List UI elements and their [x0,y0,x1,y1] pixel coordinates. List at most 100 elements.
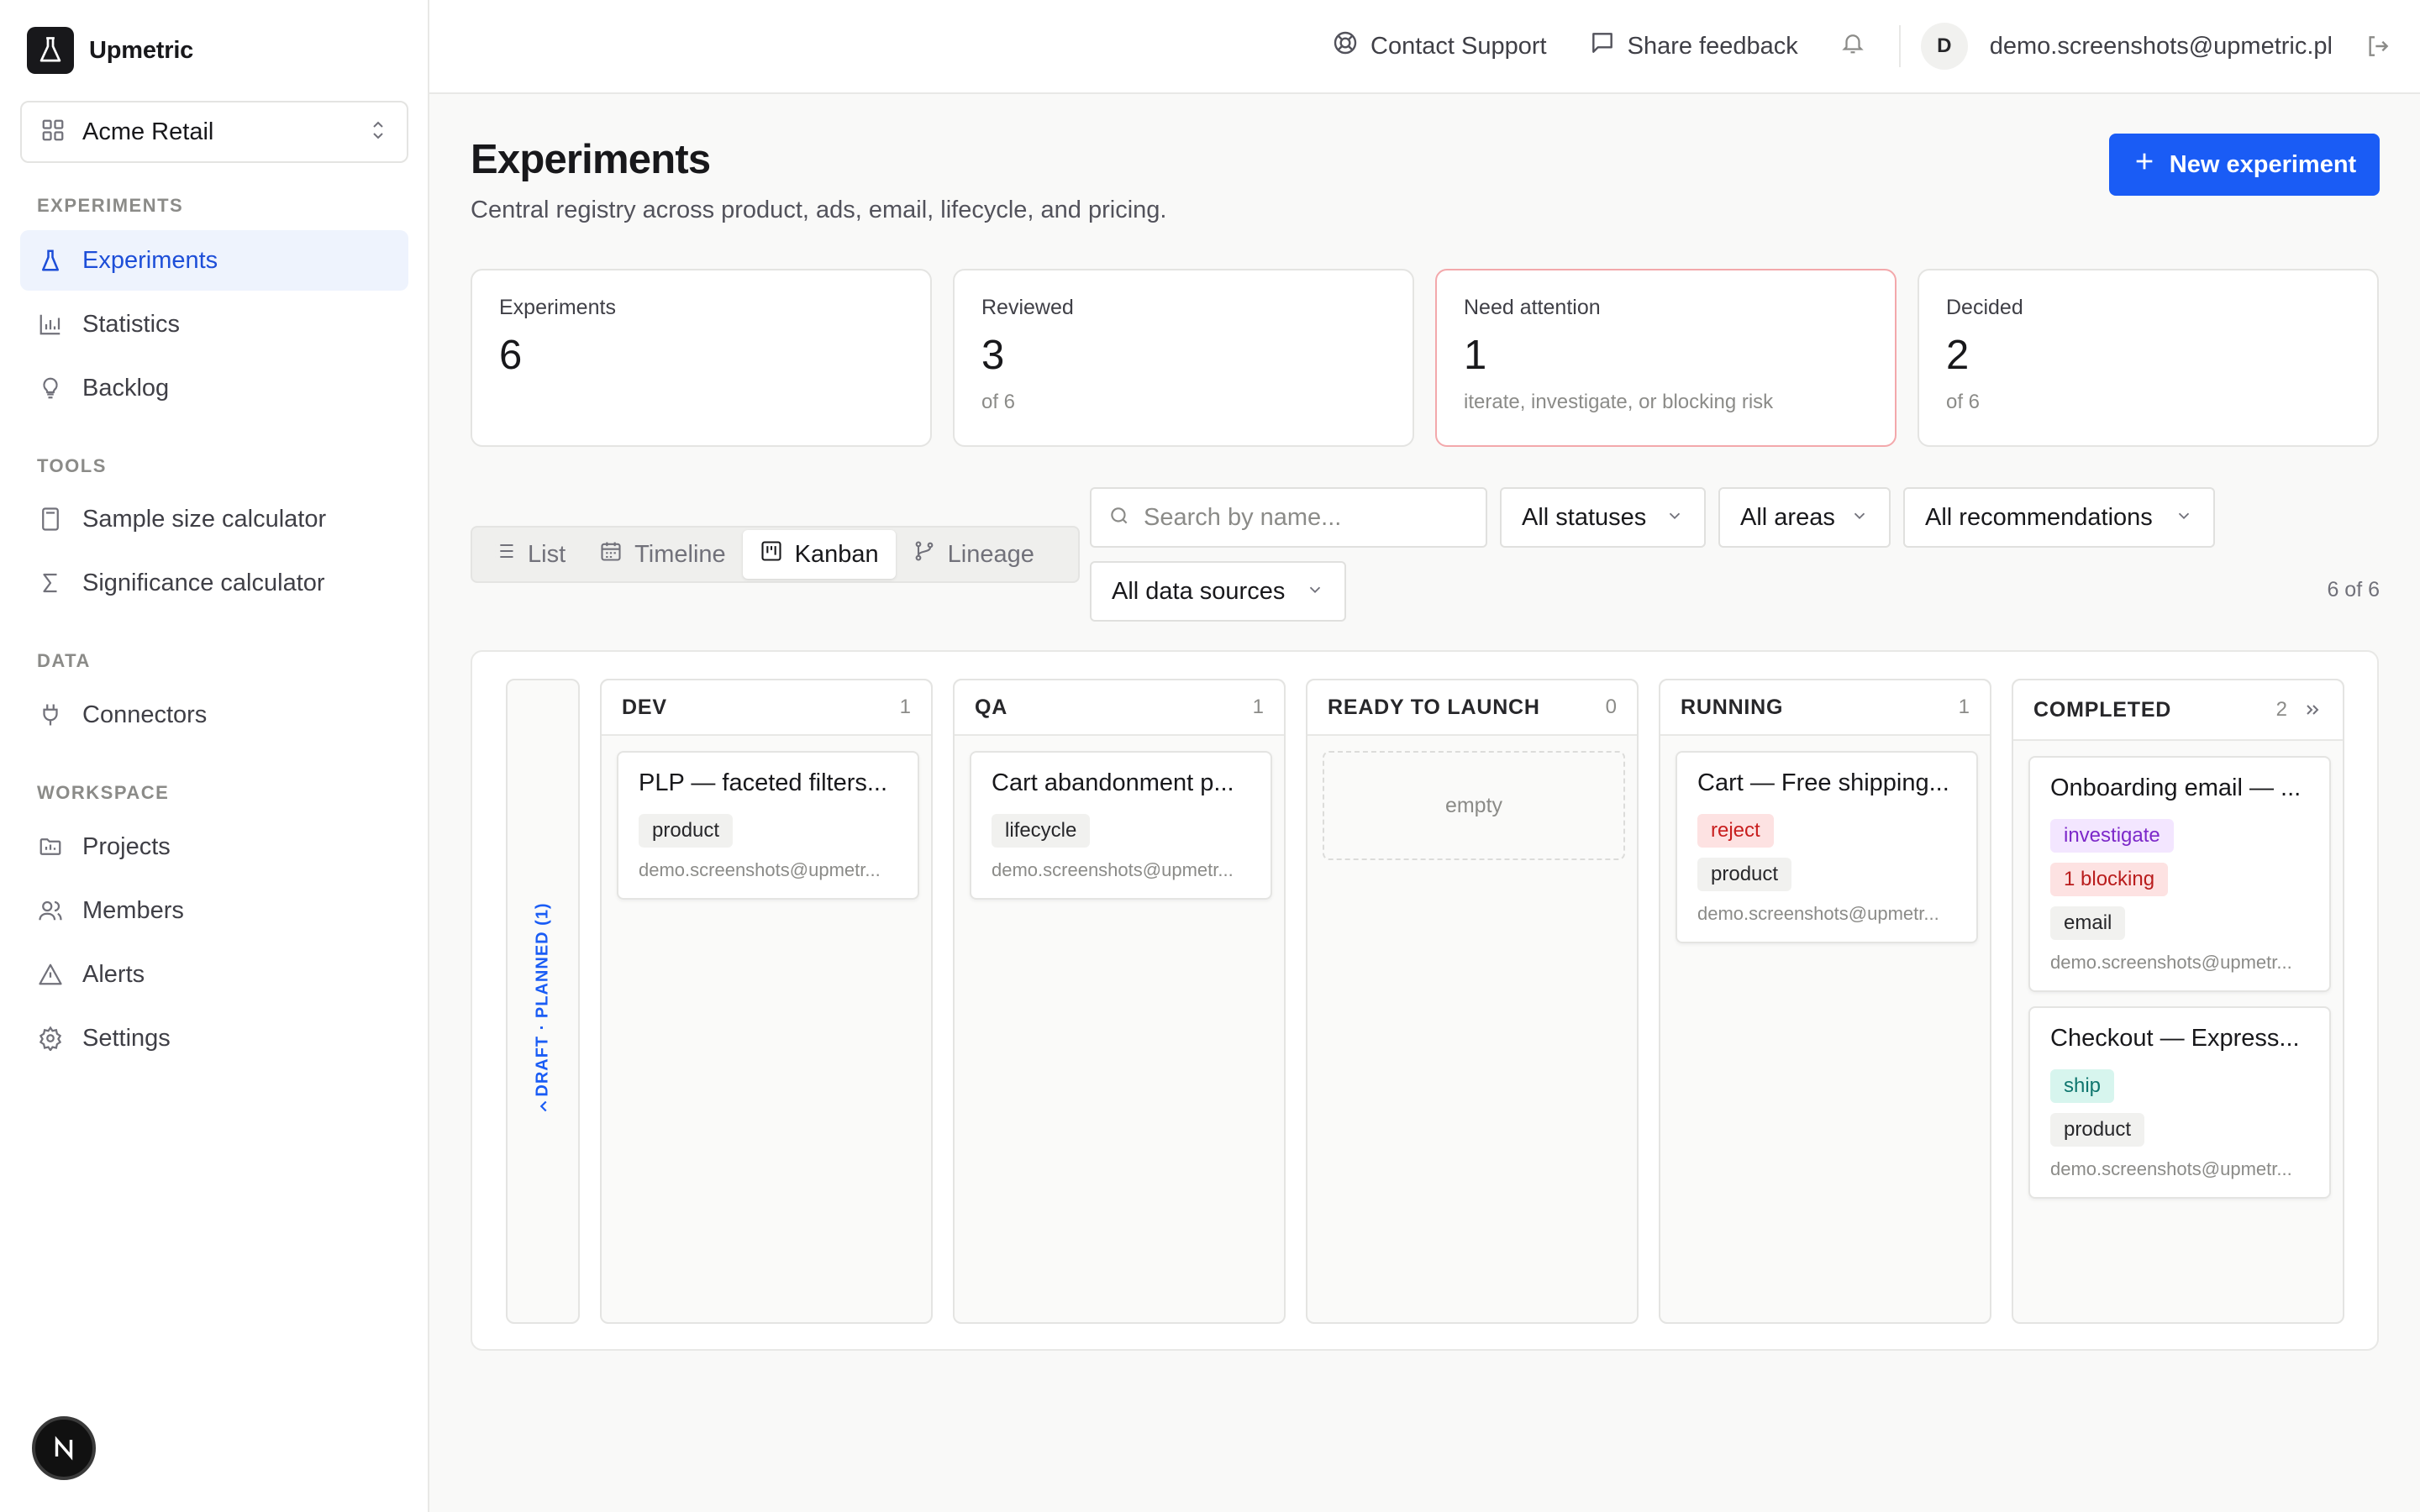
flask-logo-icon [27,27,74,74]
select-value: All recommendations [1925,503,2153,531]
folder-icon [37,833,64,860]
chevrons-right-icon[interactable] [2302,700,2323,720]
collapsed-column-label: DRAFT · PLANNED (1) [533,902,552,1097]
stat-note: of 6 [981,391,1016,413]
kanban-column-qa: QA 1 Cart abandonment p... lifecycle dem… [953,679,1286,1324]
page-title: Experiments [471,137,711,182]
workspace-name: Acme Retail [82,118,214,145]
notifications-button[interactable] [1840,30,1865,62]
view-tab-list[interactable]: List [476,530,582,579]
sidebar-item-label: Settings [82,1024,171,1052]
list-icon [492,539,516,570]
view-tab-kanban[interactable]: Kanban [742,530,896,579]
kanban-board: DRAFT · PLANNED (1) DEV 1 PLP — faceted … [471,650,2379,1351]
stat-note: of 6 [1946,391,1981,413]
sidebar-item-projects[interactable]: Projects [20,816,408,877]
experiment-card[interactable]: Cart abandonment p... lifecycle demo.scr… [970,751,1272,900]
sidebar-item-alerts[interactable]: Alerts [20,944,408,1005]
kanban-column-ready-to-launch: READY TO LAUNCH 0 empty [1306,679,1639,1324]
view-toggle: List Timeline Kanban Lineage [471,526,1080,583]
stat-value: 6 [499,333,523,378]
column-header: RUNNING 1 [1660,680,1990,736]
bell-icon [1840,30,1865,62]
experiment-card[interactable]: Cart — Free shipping... reject product d… [1676,751,1978,943]
area-filter-select[interactable]: All areas [1718,487,1891,548]
search-input[interactable] [1144,503,1480,532]
experiment-card[interactable]: PLP — faceted filters... product demo.sc… [617,751,919,900]
sidebar-item-label: Members [82,896,184,924]
avatar[interactable]: D [1920,23,1968,70]
collapsed-column-draft[interactable]: DRAFT · PLANNED (1) [506,679,580,1324]
sidebar-item-statistics[interactable]: Statistics [20,294,408,354]
stat-value: 2 [1946,333,1970,378]
share-feedback-link[interactable]: Share feedback [1589,29,1798,63]
card-owner: demo.screenshots@upmetr... [1697,903,1939,924]
sidebar-item-settings[interactable]: Settings [20,1008,408,1068]
tag-area: lifecycle [992,814,1091,848]
new-experiment-button[interactable]: New experiment [2109,134,2380,196]
logout-icon[interactable] [2365,33,2391,60]
plus-icon [2133,150,2156,180]
chevron-down-icon [1850,504,1869,532]
contact-support-label: Contact Support [1370,32,1547,60]
column-header: READY TO LAUNCH 0 [1307,680,1637,736]
card-owner: demo.screenshots@upmetr... [639,859,881,880]
chevron-down-icon [2175,504,2193,532]
contact-support-link[interactable]: Contact Support [1332,29,1547,63]
sidebar-item-members[interactable]: Members [20,880,408,941]
experiment-card[interactable]: Checkout — Express... ship product demo.… [2028,1006,2331,1199]
column-title: COMPLETED [2033,697,2172,722]
new-experiment-label: New experiment [2169,150,2357,178]
empty-placeholder: empty [1323,751,1625,860]
nav-section-experiments: EXPERIMENTS [37,195,184,216]
sidebar-item-label: Experiments [82,246,218,274]
brand-name: Upmetric [89,36,194,64]
card-owner: demo.screenshots@upmetr... [2050,1158,2292,1179]
view-tab-label: Kanban [794,540,879,568]
recommendation-filter-select[interactable]: All recommendations [1903,487,2215,548]
sidebar-item-experiments[interactable]: Experiments [20,230,408,291]
topbar: Contact Support Share feedback D demo.sc… [429,0,2420,94]
column-count: 1 [1958,696,1970,718]
stat-label: Decided [1946,296,2023,319]
sidebar-item-sample-size-calculator[interactable]: Sample size calculator [20,489,408,549]
stat-label: Experiments [499,296,616,319]
nav-section-data: DATA [37,650,91,671]
data-source-filter-select[interactable]: All data sources [1090,561,1346,622]
sidebar-item-connectors[interactable]: Connectors [20,685,408,745]
view-tab-lineage[interactable]: Lineage [896,530,1051,579]
column-header: COMPLETED 2 [2013,680,2343,741]
workspace-select[interactable]: Acme Retail [20,101,408,163]
search-icon [1108,505,1130,531]
view-tab-label: List [528,540,566,568]
view-tab-timeline[interactable]: Timeline [582,530,743,579]
brand[interactable]: Upmetric [0,25,428,76]
sidebar-item-label: Backlog [82,374,170,402]
sidebar: Upmetric Acme Retail EXPERIMENTS Experim… [0,0,429,1512]
users-icon [37,897,64,924]
dev-tools-badge[interactable] [32,1416,96,1480]
sidebar-item-label: Sample size calculator [82,505,327,533]
lightbulb-icon [37,375,64,402]
chevron-left-icon[interactable] [534,1097,553,1120]
sidebar-item-label: Statistics [82,310,181,338]
sidebar-item-backlog[interactable]: Backlog [20,358,408,418]
sidebar-item-significance-calculator[interactable]: Significance calculator [20,553,408,613]
calculator-icon [37,506,64,533]
tag-recommendation: investigate [2050,819,2174,853]
stat-card-need-attention: Need attention 1 iterate, investigate, o… [1435,269,1897,447]
sidebar-item-label: Projects [82,832,171,860]
column-title: DEV [622,695,667,719]
column-count: 1 [1252,696,1264,718]
status-filter-select[interactable]: All statuses [1500,487,1706,548]
user-email: demo.screenshots@upmetric.pl [1989,32,2333,60]
kanban-column-dev: DEV 1 PLP — faceted filters... product d… [600,679,933,1324]
alert-triangle-icon [37,961,64,988]
card-title: PLP — faceted filters... [639,769,888,796]
main-content: Contact Support Share feedback D demo.sc… [429,0,2420,1512]
view-tab-label: Lineage [947,540,1034,568]
card-title: Onboarding email — ... [2050,774,2302,801]
kanban-icon [760,539,783,570]
column-count: 1 [899,696,911,718]
experiment-card[interactable]: Onboarding email — ... investigate 1 blo… [2028,756,2331,992]
